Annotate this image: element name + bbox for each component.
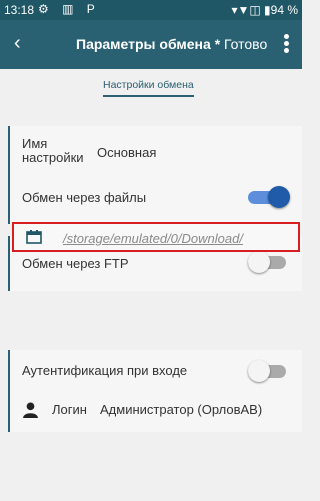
setting-name-label: Имя настройки (22, 137, 84, 165)
setting-name-label-line2: настройки (22, 150, 84, 165)
login-value[interactable]: Администратор (ОрловАВ) (100, 402, 262, 417)
setting-name-label-line1: Имя (22, 136, 48, 151)
status-right-icons: ▾▼◫ ▮94 % (231, 3, 298, 17)
auth-label: Аутентификация при входе (22, 363, 188, 378)
toggle-knob (248, 251, 270, 273)
tab-exchange-settings[interactable]: Настройки обмена (103, 79, 194, 97)
auth-toggle[interactable] (248, 360, 288, 382)
back-icon[interactable]: ‹ (14, 33, 21, 53)
login-label: Логин (52, 402, 87, 417)
status-bar: 13:18 ⚙ ▥ P ▾▼◫ ▮94 % (0, 0, 302, 20)
folder-calendar-icon (26, 230, 42, 244)
toggle-knob (248, 360, 270, 382)
settings-card-auth: Аутентификация при входе Логин Администр… (8, 350, 302, 432)
folder-path-value[interactable]: /storage/emulated/0/Download/ (63, 231, 243, 246)
more-vertical-icon[interactable] (284, 34, 290, 54)
toggle-knob (268, 186, 290, 208)
user-icon (23, 402, 38, 418)
folder-path-field[interactable]: /storage/emulated/0/Download/ (12, 222, 300, 252)
app-bar: ‹ Параметры обмена * Готово (0, 20, 302, 69)
file-exchange-toggle[interactable] (248, 186, 290, 208)
file-exchange-label: Обмен через файлы (22, 190, 147, 205)
status-time: 13:18 (4, 3, 35, 17)
done-button[interactable]: Готово (224, 36, 267, 52)
ftp-exchange-label: Обмен через FTP (22, 256, 129, 271)
ftp-exchange-toggle[interactable] (248, 251, 288, 273)
settings-card-general: Имя настройки Основная Обмен через файлы (8, 126, 302, 224)
page-title: Параметры обмена * (76, 36, 221, 52)
status-icons: ⚙ ▥ P (38, 2, 100, 16)
setting-name-value[interactable]: Основная (97, 145, 156, 160)
